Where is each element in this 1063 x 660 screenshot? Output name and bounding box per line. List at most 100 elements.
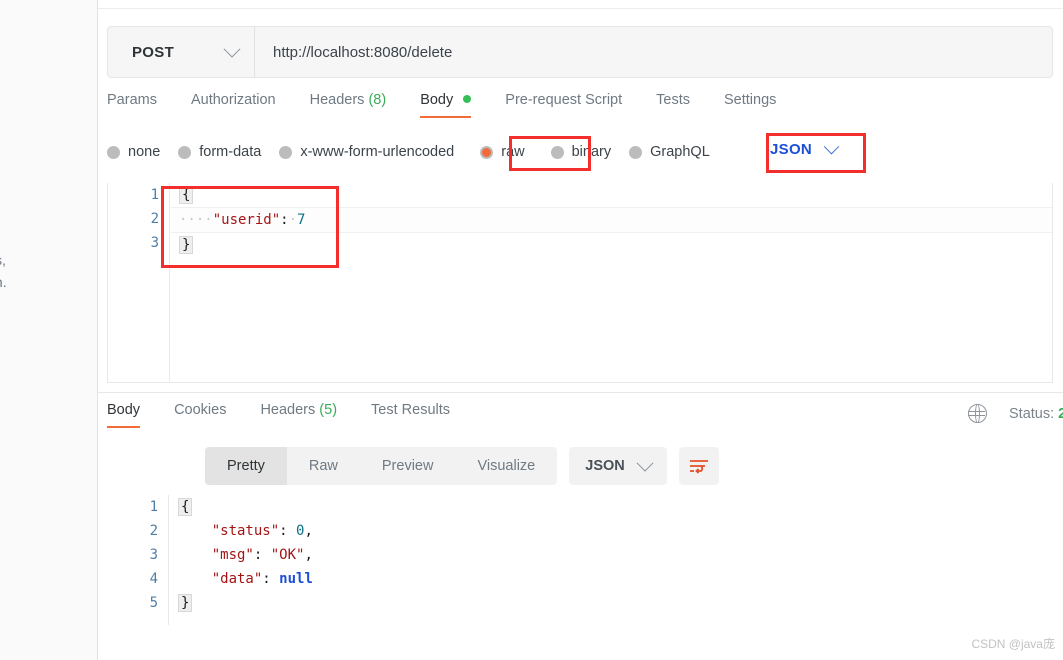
body-type-urlencoded-label: x-www-form-urlencoded (300, 144, 455, 160)
tab-settings[interactable]: Settings (724, 92, 776, 118)
response-status-area: Status: 2 (967, 403, 1063, 423)
json-null: null (279, 571, 313, 587)
word-wrap-icon (689, 460, 708, 474)
line-number: 5 (149, 595, 158, 611)
body-type-x-www-form-urlencoded[interactable]: x-www-form-urlencoded (279, 144, 454, 160)
code-line: } (170, 591, 1053, 615)
line-number: 2 (149, 523, 158, 539)
response-format-dropdown[interactable]: JSON (569, 447, 667, 485)
response-tab-headers-label: Headers (260, 402, 316, 418)
line-number: 1 (150, 187, 159, 203)
radio-selected-icon (480, 145, 494, 159)
body-has-content-dot-icon (463, 95, 472, 103)
request-url-input[interactable] (255, 27, 1052, 77)
json-comma: , (304, 523, 313, 539)
request-body-editor[interactable]: 1 2 3 { ····"userid":·7 } (107, 183, 1053, 383)
code-line: "data": null (170, 567, 1053, 591)
tab-headers-label: Headers (309, 92, 365, 108)
space-dot: · (288, 212, 298, 228)
code-line: } (171, 233, 1052, 257)
response-tab-headers-count: (5) (319, 402, 338, 418)
radio-icon (550, 145, 564, 159)
http-method-label: POST (132, 43, 175, 61)
sidebar-clipped: tions equests, nd run. (0, 0, 98, 660)
json-colon: : (262, 571, 271, 587)
body-type-raw-label: raw (501, 144, 525, 160)
response-gutter: 1 2 3 4 5 (107, 495, 169, 625)
tab-params-label: Params (107, 92, 157, 108)
request-editor-content[interactable]: { ····"userid":·7 } (171, 183, 1052, 382)
request-body-format-dropdown[interactable]: JSON (770, 138, 840, 158)
body-type-radio-group: none form-data x-www-form-urlencoded raw… (107, 140, 728, 164)
response-tab-test-results[interactable]: Test Results (371, 402, 450, 428)
code-line: { (170, 495, 1053, 519)
body-type-none-label: none (128, 144, 161, 160)
response-format-label: JSON (585, 458, 625, 474)
tab-tests[interactable]: Tests (656, 92, 690, 118)
response-toolbar: Pretty Raw Preview Visualize JSON (205, 447, 719, 485)
response-tab-headers[interactable]: Headers (5) (260, 402, 337, 428)
view-mode-preview-label: Preview (381, 458, 434, 474)
request-tabs: Params Authorization Headers (8) Body Pr… (107, 92, 1053, 126)
view-mode-preview[interactable]: Preview (360, 447, 456, 485)
response-tab-cookies-label: Cookies (174, 402, 227, 418)
chevron-down-icon (223, 40, 241, 58)
response-tab-test-results-label: Test Results (371, 402, 451, 418)
response-body-viewer[interactable]: 1 2 3 4 5 { "status": 0, "msg": "OK", "d… (107, 495, 1053, 625)
body-type-form-data[interactable]: form-data (178, 144, 261, 160)
line-number: 4 (149, 571, 158, 587)
tab-pre-request-script[interactable]: Pre-request Script (505, 92, 622, 118)
json-comma: , (304, 547, 313, 563)
status-label: Status: (1009, 405, 1059, 422)
code-line: "status": 0, (170, 519, 1053, 543)
view-mode-pretty[interactable]: Pretty (205, 447, 287, 485)
tab-pre-request-script-label: Pre-request Script (505, 92, 623, 108)
top-divider (98, 8, 1063, 9)
code-line: { (171, 183, 1052, 207)
status-text: Status: 2 (1009, 406, 1063, 422)
view-mode-visualize[interactable]: Visualize (455, 447, 557, 485)
view-mode-raw-label: Raw (308, 458, 338, 474)
tab-headers[interactable]: Headers (8) (310, 92, 387, 118)
code-line: "msg": "OK", (170, 543, 1053, 567)
body-type-none[interactable]: none (107, 144, 160, 160)
tab-body-label: Body (420, 92, 454, 108)
body-type-graphql[interactable]: GraphQL (629, 144, 710, 160)
indent-guides: ···· (179, 212, 213, 228)
chevron-down-icon (823, 138, 840, 155)
response-tab-cookies[interactable]: Cookies (174, 402, 226, 428)
json-key: "status" (211, 523, 280, 539)
status-code: 2 (1058, 405, 1063, 422)
body-type-graphql-label: GraphQL (650, 144, 710, 160)
tab-settings-label: Settings (723, 92, 777, 108)
tab-authorization[interactable]: Authorization (191, 92, 276, 118)
view-mode-raw[interactable]: Raw (287, 447, 360, 485)
radio-icon (629, 145, 643, 159)
line-number: 3 (150, 235, 159, 251)
tab-authorization-label: Authorization (190, 92, 276, 108)
open-brace: { (179, 186, 194, 204)
sidebar-description-line-1: equests, (0, 252, 6, 268)
watermark: CSDN @java庞 (971, 637, 1055, 651)
response-tab-body[interactable]: Body (107, 402, 141, 428)
body-type-raw[interactable]: raw (480, 144, 525, 160)
request-response-panel: POST Params Authorization Headers (8) Bo… (98, 0, 1063, 660)
json-colon: : (253, 547, 263, 563)
response-code-content: { "status": 0, "msg": "OK", "data": null… (170, 495, 1053, 625)
body-type-binary[interactable]: binary (550, 144, 612, 160)
request-body-format-label: JSON (770, 141, 813, 158)
http-method-selector[interactable]: POST (108, 27, 255, 77)
response-tabs: Body Cookies Headers (5) Test Results (107, 402, 484, 428)
tab-body[interactable]: Body (420, 92, 472, 118)
open-brace: { (178, 498, 193, 516)
url-bar: POST (107, 26, 1053, 78)
body-type-binary-label: binary (571, 144, 612, 160)
body-type-form-data-label: form-data (199, 144, 262, 160)
word-wrap-button[interactable] (678, 447, 719, 485)
tab-params[interactable]: Params (107, 92, 157, 118)
line-number: 1 (149, 499, 158, 515)
json-colon: : (280, 212, 289, 228)
json-number: 7 (297, 212, 306, 228)
globe-icon (967, 403, 987, 423)
view-mode-visualize-label: Visualize (477, 458, 536, 474)
